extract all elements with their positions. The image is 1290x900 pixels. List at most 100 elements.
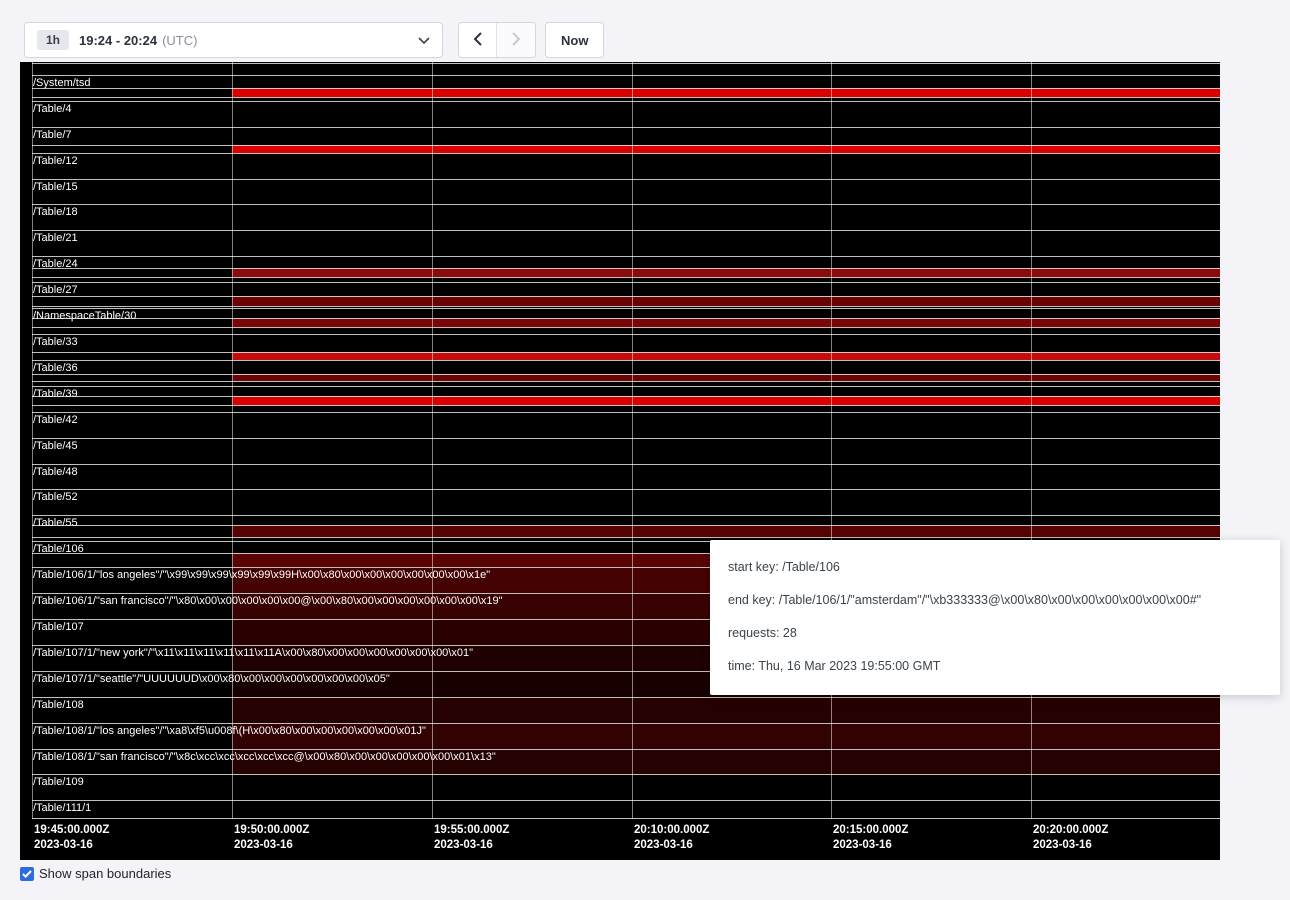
span-boundary-line (32, 405, 1220, 406)
time-grid-line (1031, 62, 1032, 819)
time-range-selector[interactable]: 1h 19:24 - 20:24 (UTC) (24, 22, 443, 58)
span-boundary-line (32, 374, 1220, 375)
span-boundary-line (32, 327, 1220, 328)
span-boundary-line (32, 749, 1220, 750)
tick-date: 2023-03-16 (34, 838, 109, 853)
span-boundary-line (32, 204, 1220, 205)
x-axis-tick: 19:55:00.000Z2023-03-16 (434, 823, 509, 853)
show-span-boundaries-checkbox[interactable] (20, 867, 34, 881)
span-key-label: /NamespaceTable/30 (33, 310, 136, 322)
now-button[interactable]: Now (545, 22, 604, 58)
span-boundary-line (32, 277, 1220, 278)
span-key-label: /Table/106/1/"los angeles"/"\x99\x99\x99… (33, 569, 490, 581)
span-boundary-line (32, 723, 1220, 724)
span-key-label: /Table/108 (33, 699, 84, 711)
span-boundary-line (32, 537, 1220, 538)
span-key-label: /Table/107/1/"seattle"/"UUUUUUD\x00\x80\… (33, 673, 390, 685)
tooltip-line: requests: 28 (728, 617, 1262, 650)
span-boundary-line (32, 412, 1220, 413)
heat-band[interactable] (232, 525, 1220, 537)
time-nav-group (458, 22, 536, 58)
tick-date: 2023-03-16 (1033, 838, 1108, 853)
span-key-label: /Table/111/1 (33, 802, 91, 814)
span-boundary-line (32, 334, 1220, 335)
span-key-label: /Table/21 (33, 232, 78, 244)
tick-time: 20:20:00.000Z (1033, 823, 1108, 838)
tick-time: 20:10:00.000Z (634, 823, 709, 838)
span-boundary-line (32, 230, 1220, 231)
span-boundary-line (32, 396, 1220, 397)
footer-controls: Show span boundaries (20, 866, 171, 881)
time-grid-line (632, 62, 633, 819)
heat-band[interactable] (232, 352, 1220, 360)
chevron-left-icon (473, 32, 482, 49)
heat-band[interactable] (232, 374, 1220, 381)
show-span-boundaries-label: Show span boundaries (39, 866, 171, 881)
span-boundary-line (32, 800, 1220, 801)
span-boundary-line (32, 386, 1220, 387)
span-key-label: /Table/7 (33, 129, 72, 141)
tick-date: 2023-03-16 (833, 838, 908, 853)
span-key-label: /Table/106 (33, 543, 84, 555)
prev-time-button[interactable] (459, 23, 497, 57)
x-axis-tick: 19:50:00.000Z2023-03-16 (234, 823, 309, 853)
span-key-label: /Table/33 (33, 336, 78, 348)
span-key-label: /Table/107 (33, 621, 84, 633)
x-axis-tick: 20:10:00.000Z2023-03-16 (634, 823, 709, 853)
span-boundary-line (32, 296, 1220, 297)
span-key-label: /Table/48 (33, 466, 78, 478)
span-boundary-line (32, 308, 1220, 309)
span-key-label: /Table/36 (33, 362, 78, 374)
span-key-label: /Table/27 (33, 284, 78, 296)
span-key-label: /Table/18 (33, 206, 78, 218)
heat-band[interactable] (232, 396, 1220, 405)
heat-band[interactable] (232, 318, 1220, 327)
span-boundary-line (32, 525, 1220, 526)
tooltip-line: time: Thu, 16 Mar 2023 19:55:00 GMT (728, 650, 1262, 683)
time-grid-line (232, 62, 233, 819)
tooltip-line: end key: /Table/106/1/"amsterdam"/"\xb33… (728, 584, 1262, 617)
span-boundary-line (32, 101, 1220, 102)
time-grid-line (432, 62, 433, 819)
span-boundary-line (32, 256, 1220, 257)
span-key-label: /Table/45 (33, 440, 78, 452)
tick-date: 2023-03-16 (634, 838, 709, 853)
next-time-button[interactable] (497, 23, 535, 57)
span-key-label: /Table/12 (33, 155, 78, 167)
span-boundary-line (32, 352, 1220, 353)
span-boundary-line (32, 464, 1220, 465)
span-boundary-line (32, 88, 1220, 89)
span-boundary-line (32, 318, 1220, 319)
span-boundary-line (32, 268, 1220, 269)
span-key-label: /Table/4 (33, 103, 72, 115)
duration-chip: 1h (37, 30, 69, 50)
heat-band[interactable] (232, 268, 1220, 277)
span-boundary-line (32, 153, 1220, 154)
tick-date: 2023-03-16 (434, 838, 509, 853)
tick-date: 2023-03-16 (234, 838, 309, 853)
span-boundary-line (32, 438, 1220, 439)
span-boundary-line (32, 282, 1220, 283)
span-boundary-line (32, 818, 1220, 819)
heat-band[interactable] (232, 698, 1220, 723)
span-boundary-line (32, 127, 1220, 128)
chevron-right-icon (512, 32, 521, 49)
x-axis-tick: 20:15:00.000Z2023-03-16 (833, 823, 908, 853)
key-visualizer-canvas[interactable]: /System/tsd/Table/4/Table/7/Table/12/Tab… (20, 62, 1220, 860)
span-boundary-line (32, 697, 1220, 698)
span-key-label: /Table/15 (33, 181, 78, 193)
span-key-label: /Table/109 (33, 776, 84, 788)
span-boundary-line (32, 306, 1220, 307)
tick-time: 20:15:00.000Z (833, 823, 908, 838)
heat-band[interactable] (232, 145, 1220, 153)
heat-band[interactable] (232, 88, 1220, 97)
x-axis-tick: 19:45:00.000Z2023-03-16 (34, 823, 109, 853)
hover-tooltip: start key: /Table/106end key: /Table/106… (710, 540, 1280, 695)
span-key-label: /Table/106/1/"san francisco"/"\x80\x00\x… (33, 595, 503, 607)
tick-time: 19:55:00.000Z (434, 823, 509, 838)
span-key-label: /Table/107/1/"new york"/"\x11\x11\x11\x1… (33, 647, 473, 659)
chevron-down-icon (418, 37, 430, 44)
heat-band[interactable] (232, 296, 1220, 306)
time-grid-line (831, 62, 832, 819)
span-boundary-line (32, 515, 1220, 516)
